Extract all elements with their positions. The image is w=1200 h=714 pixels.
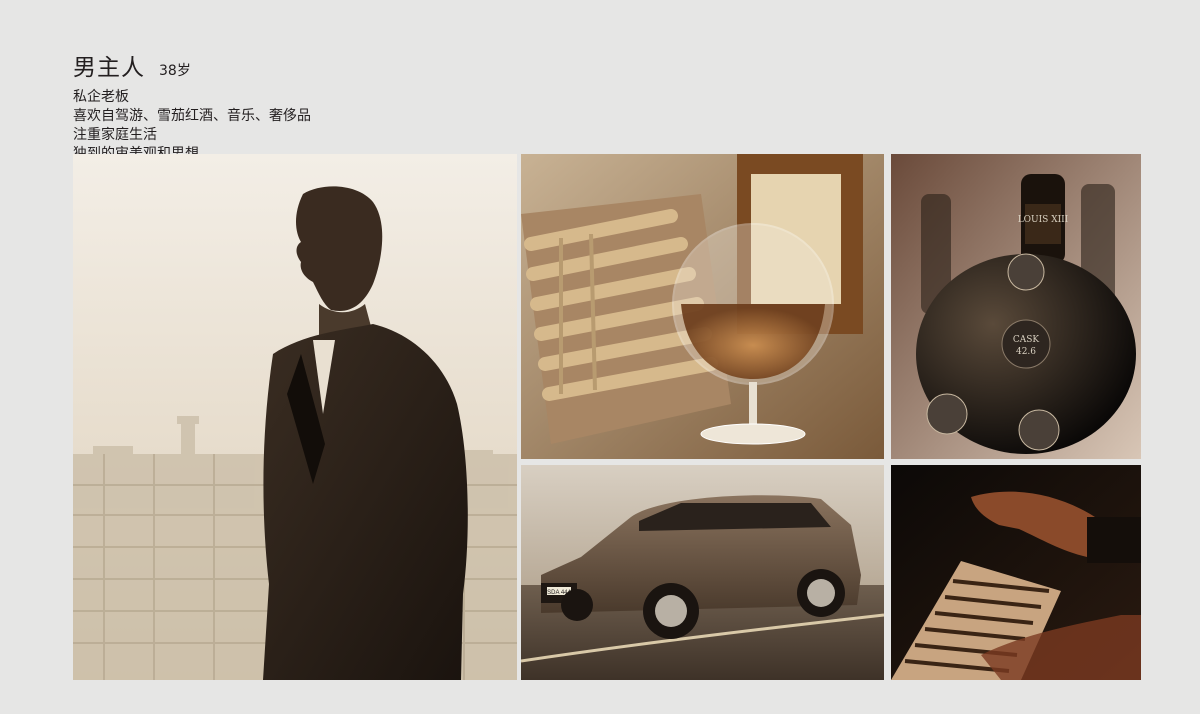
cognac-cask-number: 42.6 (1016, 347, 1036, 357)
persona-age: 38岁 (159, 63, 191, 79)
cognac-cask-label: CASK (1013, 335, 1040, 345)
trait-family: 注重家庭生活 (73, 127, 157, 143)
cigars-brandy-photo (521, 154, 884, 459)
car-image: SDA 444 (521, 465, 884, 680)
persona-title: 男主人 (73, 55, 145, 81)
car-photo: SDA 444 (521, 465, 884, 680)
trait-hobbies: 喜欢自驾游、雪茄红酒、音乐、奢侈品 (73, 108, 311, 124)
cognac-neck-label: LOUIS XIII (1018, 215, 1069, 225)
persona-header: 男主人 38岁 私企老板 喜欢自驾游、雪茄红酒、音乐、奢侈品 注重家庭生活 独到… (73, 48, 311, 164)
cigars-brandy-image (521, 154, 884, 459)
trait-occupation: 私企老板 (73, 89, 129, 105)
persona-traits: 私企老板 喜欢自驾游、雪茄红酒、音乐、奢侈品 注重家庭生活 独到的审美观和思想 (73, 88, 311, 164)
cognac-photo: LOUIS XIII CASK 42.6 (891, 154, 1141, 459)
title-row: 男主人 38岁 (73, 48, 311, 82)
piano-photo (891, 465, 1141, 680)
piano-image (891, 465, 1141, 680)
portrait-image (73, 154, 517, 680)
portrait-photo (73, 154, 517, 680)
cognac-image: LOUIS XIII CASK 42.6 (891, 154, 1141, 459)
